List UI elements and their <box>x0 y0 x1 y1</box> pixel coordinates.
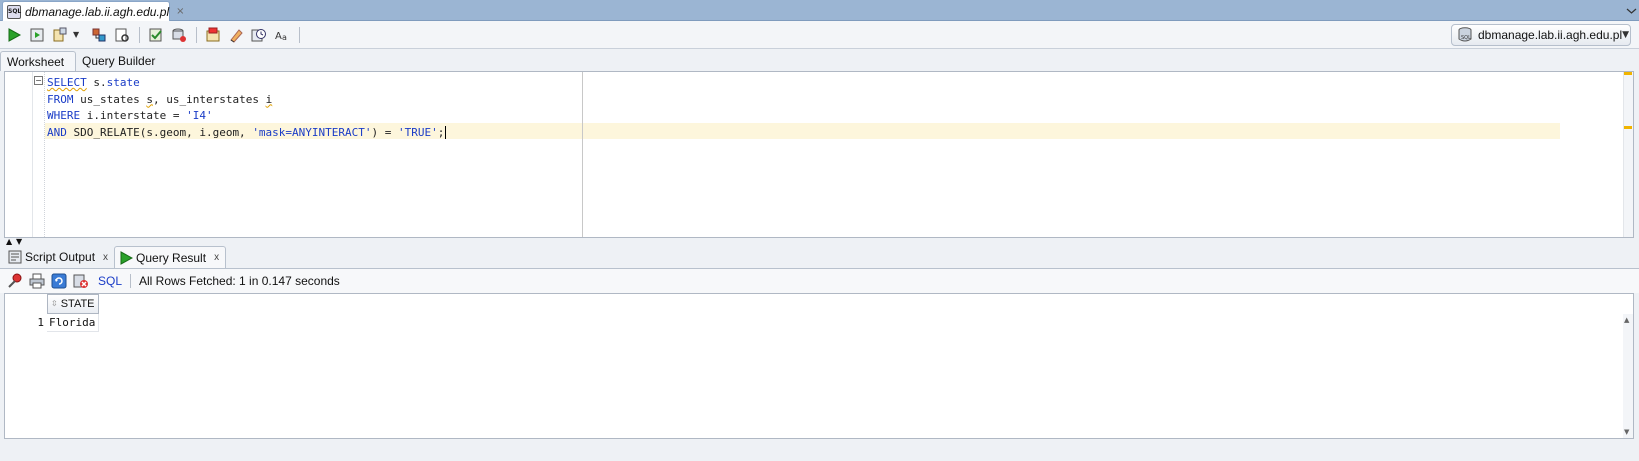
code-token: us_states <box>73 92 147 106</box>
code-token: ; <box>437 125 445 139</box>
document-tab[interactable]: SQL dbmanage.lab.ii.agh.edu.pl × <box>2 1 185 21</box>
tab-worksheet[interactable]: Worksheet <box>0 51 76 71</box>
connection-select[interactable]: SQL dbmanage.lab.ii.agh.edu.pl ▼ <box>1451 24 1631 46</box>
explain-plan-icon[interactable] <box>89 25 109 45</box>
sql-tuning-icon[interactable] <box>112 25 132 45</box>
table-cell[interactable]: Florida <box>47 314 99 332</box>
document-tab-title: dbmanage.lab.ii.agh.edu.pl <box>25 4 170 19</box>
tab-query-builder[interactable]: Query Builder <box>76 51 161 71</box>
history-icon[interactable] <box>249 25 269 45</box>
chevron-down-icon: ▼ <box>1622 30 1630 40</box>
column-header-state[interactable]: ⇳ STATE <box>47 294 99 314</box>
run-icon <box>119 250 134 265</box>
tab-script-output[interactable]: Script Output x <box>4 246 114 268</box>
pin-icon[interactable] <box>6 272 24 290</box>
maximize-up-icon[interactable]: ▲ <box>6 238 12 246</box>
tab-query-result[interactable]: Query Result x <box>114 246 227 268</box>
fetch-status: All Rows Fetched: 1 in 0.147 seconds <box>139 274 340 288</box>
tab-label: Script Output <box>25 250 96 264</box>
result-toolbar: SQL All Rows Fetched: 1 in 0.147 seconds <box>0 269 1639 293</box>
connection-label: dbmanage.lab.ii.agh.edu.pl <box>1478 28 1623 42</box>
rollback-icon[interactable] <box>169 25 189 45</box>
sql-worksheet-icon: SQL <box>7 4 21 19</box>
row-number: 1 <box>37 316 44 329</box>
code-line[interactable]: WHERE i.interstate = 'I4' <box>47 108 446 125</box>
autotrace-icon[interactable] <box>50 25 70 45</box>
warning-marker[interactable] <box>1624 126 1632 129</box>
worksheet-toolbar: ▼ Aa SQL dbmanage.lab.ii.agh.edu.pl ▼ <box>0 21 1639 49</box>
editor-overview-ruler[interactable] <box>1623 72 1633 237</box>
document-tab-bar: SQL dbmanage.lab.ii.agh.edu.pl × <box>0 0 1639 21</box>
unshared-worksheet-icon[interactable] <box>203 25 223 45</box>
collapse-icon[interactable] <box>1626 5 1637 16</box>
code-token: WHERE <box>47 109 81 122</box>
grid-scrollbar[interactable]: ▲ ▼ <box>1623 314 1633 438</box>
autotrace-dropdown[interactable]: ▼ <box>73 30 83 39</box>
commit-icon[interactable] <box>146 25 166 45</box>
scroll-up-icon[interactable]: ▲ <box>1624 316 1629 324</box>
cancel-query-icon[interactable] <box>72 272 90 290</box>
sql-code[interactable]: SELECT s.state FROM us_states s, us_inter… <box>47 75 447 142</box>
row-number-header <box>5 294 47 314</box>
code-token: FROM <box>47 92 74 106</box>
code-token: SDO_RELATE(s.geom, i.geom, <box>66 125 253 139</box>
clear-icon[interactable] <box>226 25 246 45</box>
code-token: 'I4' <box>186 109 213 122</box>
code-token: 'mask=ANYINTERACT' <box>252 125 372 139</box>
code-token: state <box>106 76 140 89</box>
refresh-icon[interactable] <box>50 272 68 290</box>
code-token: i <box>265 92 273 106</box>
maximize-down-icon[interactable]: ▼ <box>16 238 22 246</box>
line-gutter <box>5 72 33 237</box>
close-tab-icon[interactable]: × <box>176 6 184 17</box>
code-token: , us_interstates <box>152 92 266 106</box>
sort-icon: ⇳ <box>51 299 58 308</box>
format-icon[interactable]: Aa <box>272 25 292 45</box>
code-line[interactable]: FROM us_states s, us_interstates i <box>47 92 446 109</box>
result-grid[interactable]: ⇳ STATE 1 Florida ▲ ▼ <box>4 293 1634 439</box>
svg-text:A: A <box>275 31 282 42</box>
run-statement-icon[interactable] <box>4 25 24 45</box>
column-header-label: STATE <box>60 298 95 310</box>
worksheet-tabs: Worksheet Query Builder <box>0 50 1639 71</box>
code-token: 'TRUE' <box>398 125 438 139</box>
code-line[interactable]: AND SDO_RELATE(s.geom, i.geom, 'mask=ANY… <box>47 125 447 142</box>
code-token: AND <box>47 125 67 139</box>
close-icon[interactable]: x <box>103 252 108 263</box>
table-row[interactable]: 1 Florida <box>5 314 99 332</box>
sql-developer-window: SQL dbmanage.lab.ii.agh.edu.pl × ▼ A a S… <box>0 0 1639 461</box>
close-icon[interactable]: x <box>214 252 219 263</box>
pane-splitter[interactable]: ▲ ▼ <box>0 238 1639 246</box>
tab-label: Query Result <box>136 250 207 265</box>
run-script-icon[interactable] <box>27 25 47 45</box>
grid-header: ⇳ STATE <box>5 294 99 314</box>
code-token: SELECT <box>47 76 87 89</box>
right-margin-line <box>582 72 583 237</box>
toolbar-separator <box>299 26 300 43</box>
script-output-icon <box>8 250 22 264</box>
output-tabs: Script Output x Query Result x <box>0 245 1639 269</box>
fold-collapse-icon[interactable]: − <box>34 76 43 85</box>
code-line[interactable]: SELECT s.state <box>47 75 446 92</box>
svg-text:a: a <box>282 33 287 42</box>
sql-link[interactable]: SQL <box>98 274 122 288</box>
code-token: s <box>146 92 153 106</box>
warning-marker[interactable] <box>1624 72 1632 75</box>
fold-gutter <box>33 72 45 237</box>
code-token: ) = <box>371 125 399 139</box>
toolbar-separator <box>196 26 197 43</box>
print-icon[interactable] <box>28 272 46 290</box>
database-icon: SQL <box>1458 27 1472 43</box>
code-token: i.interstate = <box>80 109 187 122</box>
text-caret <box>445 126 447 139</box>
sql-editor[interactable]: − SELECT s.state FROM us_states s, us_int… <box>4 71 1634 238</box>
code-token: s. <box>86 76 107 89</box>
svg-text:SQL: SQL <box>1461 35 1471 41</box>
toolbar-separator <box>130 274 132 288</box>
bottom-strip <box>0 441 1639 461</box>
toolbar-separator <box>139 26 140 43</box>
scroll-down-icon[interactable]: ▼ <box>1624 428 1629 436</box>
